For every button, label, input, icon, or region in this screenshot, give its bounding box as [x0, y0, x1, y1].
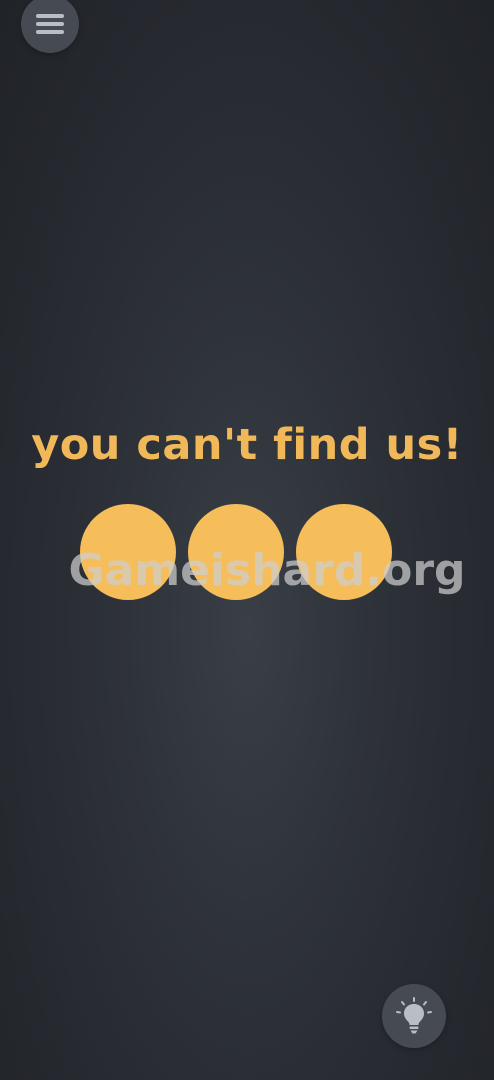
hamburger-menu-icon: [34, 11, 66, 37]
puzzle-prompt: you can't find us!: [31, 420, 463, 470]
lightbulb-icon: [394, 996, 434, 1036]
menu-button[interactable]: [21, 0, 79, 53]
circle-3[interactable]: [296, 504, 392, 600]
circle-2[interactable]: [188, 504, 284, 600]
circle-1[interactable]: [80, 504, 176, 600]
hint-button[interactable]: [382, 984, 446, 1048]
